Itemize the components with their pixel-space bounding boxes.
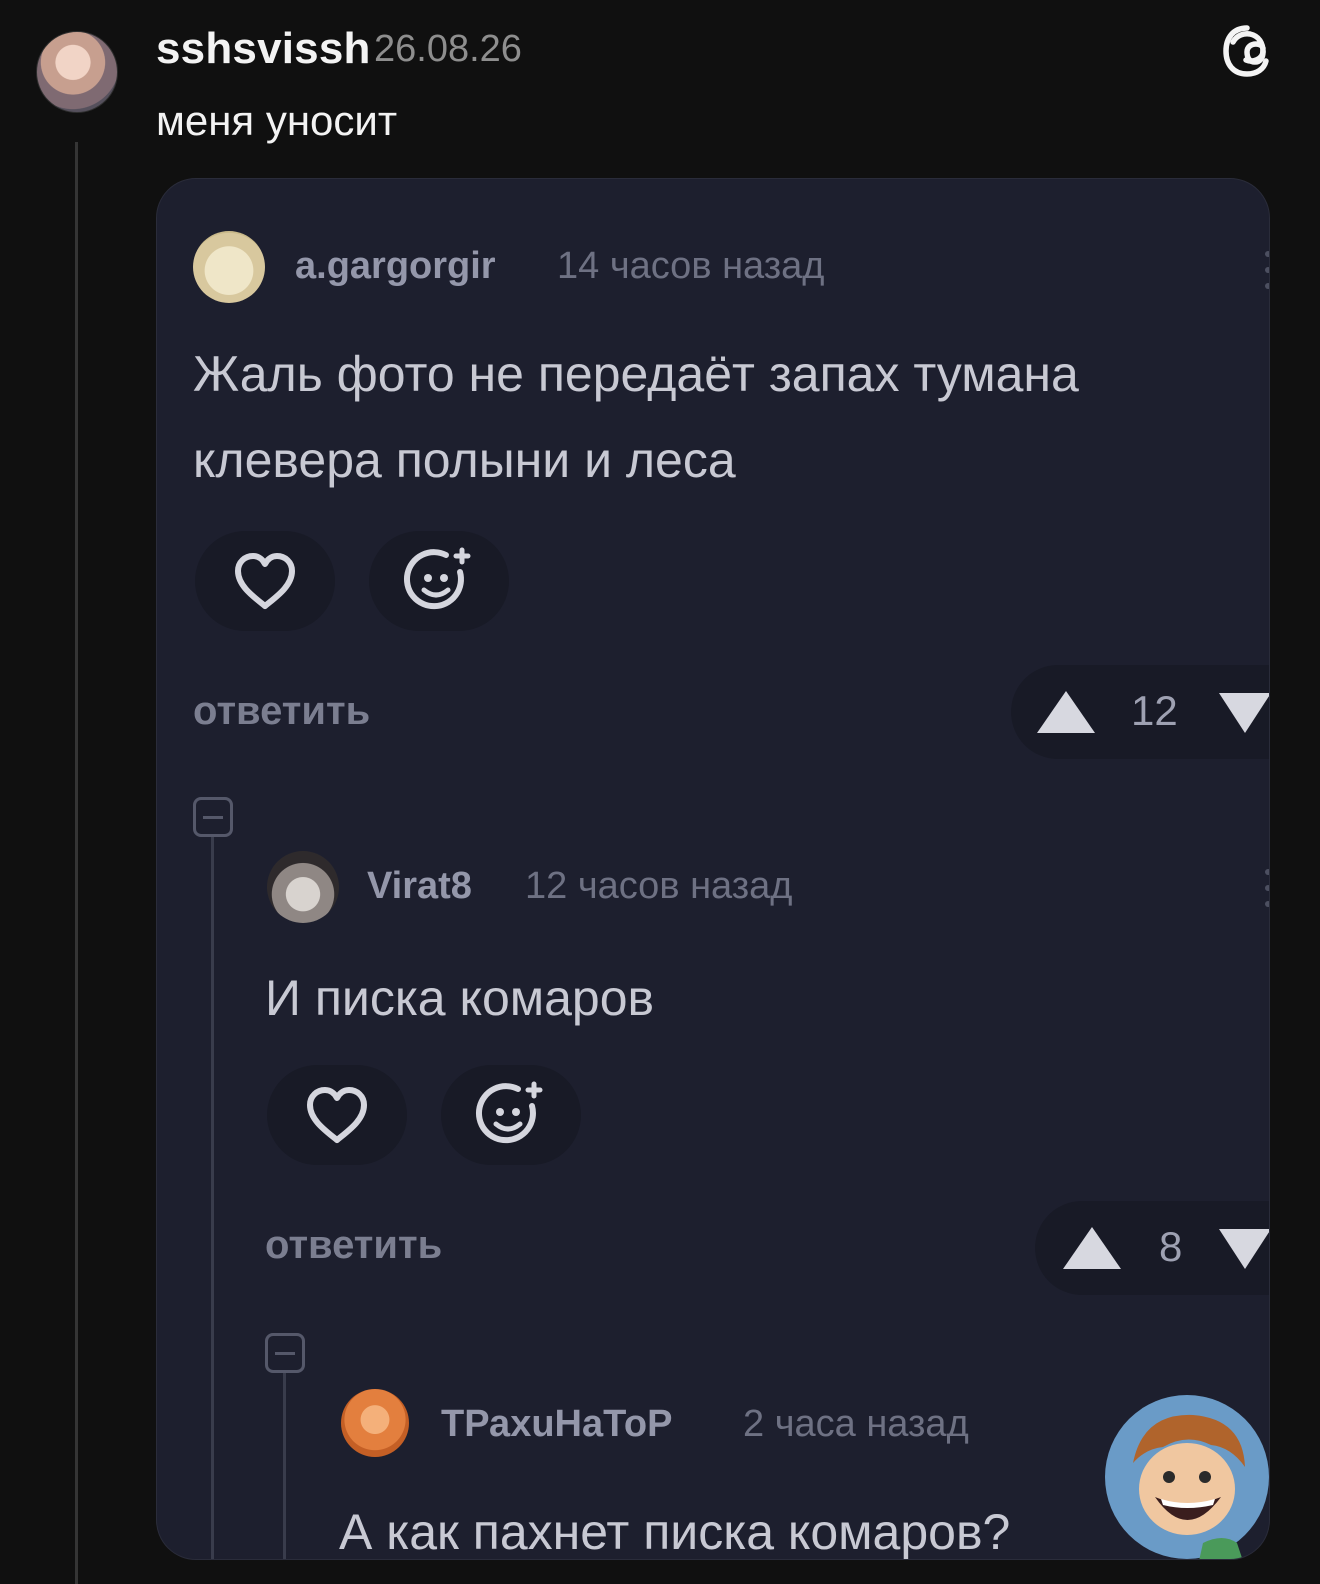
vote-count: 12 [1131, 687, 1178, 734]
thread-guide [211, 837, 214, 1559]
commenter-avatar [341, 1389, 409, 1457]
heart-icon [307, 1087, 367, 1143]
dots-vertical-icon [1265, 251, 1269, 299]
post-text: меня уносит [156, 97, 398, 144]
commenter-name: Virat8 [367, 865, 472, 907]
reply-link: ответить [193, 689, 371, 733]
like-button [195, 531, 335, 631]
commenter-avatar [193, 231, 265, 303]
collapse-minus-icon [265, 1333, 305, 1373]
commenter-name: a.gargorgir [295, 245, 496, 287]
reply-link: ответить [265, 1223, 443, 1267]
vote-bar: 8 [1035, 1201, 1269, 1295]
commenter-name: ТРахuНаТоР [441, 1403, 673, 1445]
thread-line [75, 142, 78, 1584]
comment-time: 14 часов назад [557, 245, 825, 287]
comment-time: 2 часа назад [743, 1403, 969, 1445]
cartoon-avatar-sticker [1105, 1395, 1269, 1559]
vote-count: 8 [1159, 1223, 1183, 1270]
vote-bar: 12 [1011, 665, 1269, 759]
reaction-button [369, 531, 509, 631]
smiley-add-icon [476, 1081, 543, 1144]
triangle-down-icon [1219, 693, 1269, 733]
threads-logo-icon[interactable] [1219, 23, 1275, 79]
commenter-avatar [267, 851, 339, 923]
triangle-down-icon [1219, 1229, 1269, 1269]
dots-vertical-icon [1265, 869, 1269, 917]
post-author[interactable]: sshsvissh [156, 24, 371, 74]
comment-text: И писка комаров [265, 970, 655, 1026]
author-avatar[interactable] [36, 31, 118, 113]
post-date: 26.08.26 [374, 28, 522, 70]
heart-icon [235, 553, 295, 609]
collapse-minus-icon [193, 797, 233, 837]
embedded-screenshot[interactable]: a.gargorgir 14 часов назад Жаль фото не … [156, 178, 1270, 1560]
reaction-button [441, 1065, 581, 1165]
triangle-up-icon [1037, 691, 1095, 733]
comment-text: клевера полыни и леса [193, 432, 736, 488]
comment-time: 12 часов назад [525, 865, 793, 907]
smiley-add-icon [404, 547, 471, 610]
thread-guide [283, 1373, 286, 1559]
triangle-up-icon [1063, 1227, 1121, 1269]
like-button [267, 1065, 407, 1165]
comment-text: Жаль фото не передаёт запах тумана [193, 346, 1079, 402]
comment-text: А как пахнет писка комаров? [339, 1504, 1011, 1560]
